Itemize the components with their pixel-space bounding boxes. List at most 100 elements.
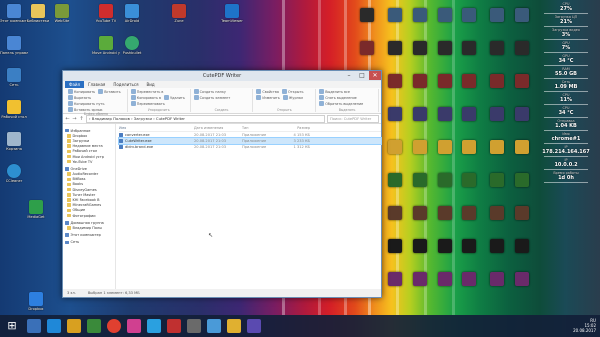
taskbar-app-icon[interactable] [87,319,101,333]
ribbon-button[interactable]: Вырезать [68,95,91,100]
desktop-game-icon[interactable] [462,272,476,286]
desktop-game-icon[interactable] [462,107,476,121]
explorer-window[interactable]: CutePDF Writer – □ ✕ Файл Главная Подели… [62,70,382,298]
desktop-icon-ccleaner[interactable]: CCleaner [0,164,28,183]
desktop-game-icon[interactable] [388,140,402,154]
taskbar-app3-icon[interactable] [247,319,261,333]
taskbar-tool-icon[interactable] [187,319,201,333]
breadcrumb[interactable]: › Владимир Поляков › Загрузки › CutePDF … [86,114,325,123]
desktop-game-icon[interactable] [515,239,529,253]
nav-section[interactable]: Этот компьютер [63,233,115,238]
minimize-button[interactable]: – [343,71,355,80]
ribbon-button[interactable]: Копировать в [130,95,161,100]
desktop-icon-dropbox[interactable]: Dropbox [22,292,50,311]
ribbon-button[interactable]: Копировать путь [68,101,104,106]
tray-date[interactable]: 20.08.2017 [573,328,596,333]
taskbar-media-icon[interactable] [127,319,141,333]
maximize-button[interactable]: □ [356,71,368,80]
desktop-game-icon[interactable] [515,8,529,22]
column-size[interactable]: Размер [282,126,310,130]
desktop-icon-pushbullet[interactable]: Pushbullet [118,36,146,55]
desktop-game-icon[interactable] [490,173,504,187]
desktop-game-icon[interactable] [413,173,427,187]
start-button[interactable]: ⊞ [5,319,19,333]
desktop-icon-desktop-folder[interactable]: Рабочий стол [0,100,28,119]
ribbon-button[interactable]: Переименовать [130,101,165,106]
desktop-game-icon[interactable] [490,41,504,55]
taskbar-ie-icon[interactable] [47,319,61,333]
desktop-game-icon[interactable] [462,8,476,22]
desktop-game-icon[interactable] [438,239,452,253]
desktop-game-icon[interactable] [490,239,504,253]
desktop-icon-recycle-bin[interactable]: Корзина [0,132,28,151]
desktop-game-icon[interactable] [462,41,476,55]
desktop-icon-youtube-tv[interactable]: YouTube TV [92,4,120,23]
column-name[interactable]: Имя [119,126,194,130]
desktop-game-icon[interactable] [462,173,476,187]
desktop-game-icon[interactable] [515,206,529,220]
desktop-icon-airdroid[interactable]: AirDroid [118,4,146,23]
desktop-game-icon[interactable] [490,206,504,220]
desktop-game-icon[interactable] [388,206,402,220]
desktop-game-icon[interactable] [490,272,504,286]
tab-home[interactable]: Главная [84,82,109,87]
taskbar-opera-icon[interactable] [167,319,181,333]
desktop-game-icon[interactable] [413,74,427,88]
ribbon-button[interactable]: Создать элемент [193,95,230,100]
desktop-game-icon[interactable] [462,206,476,220]
desktop-icon-network[interactable]: Сеть [0,68,28,87]
desktop-game-icon[interactable] [413,272,427,286]
taskbar-app2-icon[interactable] [227,319,241,333]
up-arrow-icon[interactable]: ↑ [79,116,84,122]
desktop-game-icon[interactable] [462,239,476,253]
desktop-game-icon[interactable] [360,41,374,55]
desktop-game-icon[interactable] [360,8,374,22]
desktop-game-icon[interactable] [388,107,402,121]
ribbon-button[interactable]: Журнал [282,95,303,100]
desktop-game-icon[interactable] [388,8,402,22]
title-bar[interactable]: CutePDF Writer – □ ✕ [63,71,381,81]
desktop-game-icon[interactable] [438,206,452,220]
ribbon-button[interactable]: Вставить [98,89,121,94]
system-tray[interactable]: RU 15:02 20.08.2017 [573,318,596,333]
desktop-game-icon[interactable] [462,140,476,154]
desktop-game-icon[interactable] [388,41,402,55]
desktop-game-icon[interactable] [515,41,529,55]
ribbon-button[interactable]: Удалить [164,95,185,100]
nav-item[interactable]: Владимир Полы [63,225,115,230]
close-button[interactable]: ✕ [369,71,381,80]
desktop-icon-mediaget[interactable]: MediaGet [22,200,50,219]
desktop-game-icon[interactable] [490,107,504,121]
ribbon-button[interactable]: Выделить все [319,89,350,94]
nav-section[interactable]: Сеть [63,240,115,245]
ribbon-button[interactable]: Переместить в [130,89,163,94]
desktop-game-icon[interactable] [515,173,529,187]
ribbon-button[interactable]: Снять выделение [319,95,357,100]
desktop-game-icon[interactable] [462,74,476,88]
column-date[interactable]: Дата изменения [194,126,242,130]
tab-share[interactable]: Поделиться [109,82,142,87]
desktop-game-icon[interactable] [490,74,504,88]
desktop-game-icon[interactable] [438,140,452,154]
forward-arrow-icon[interactable]: → [72,116,77,122]
desktop-game-icon[interactable] [413,206,427,220]
desktop-game-icon[interactable] [438,107,452,121]
nav-item[interactable]: Фотографии [63,213,115,218]
desktop-game-icon[interactable] [438,41,452,55]
ribbon-button[interactable]: Открыть [281,89,303,94]
desktop-game-icon[interactable] [388,173,402,187]
desktop-game-icon[interactable] [413,8,427,22]
desktop-game-icon[interactable] [515,140,529,154]
tab-view[interactable]: Вид [142,82,158,87]
ribbon-button[interactable]: Обратить выделение [319,101,363,106]
nav-item[interactable]: YouTube TV [63,159,115,164]
desktop-icon-teamviewer[interactable]: TeamViewer [218,4,246,23]
desktop-icon-control-panel[interactable]: Панель управления [0,36,28,55]
desktop-game-icon[interactable] [438,74,452,88]
tab-file[interactable]: Файл [65,81,85,88]
desktop-game-icon[interactable] [388,239,402,253]
desktop-game-icon[interactable] [515,74,529,88]
desktop-icon-website[interactable]: WebSite [48,4,76,23]
desktop-game-icon[interactable] [413,41,427,55]
desktop-game-icon[interactable] [388,272,402,286]
